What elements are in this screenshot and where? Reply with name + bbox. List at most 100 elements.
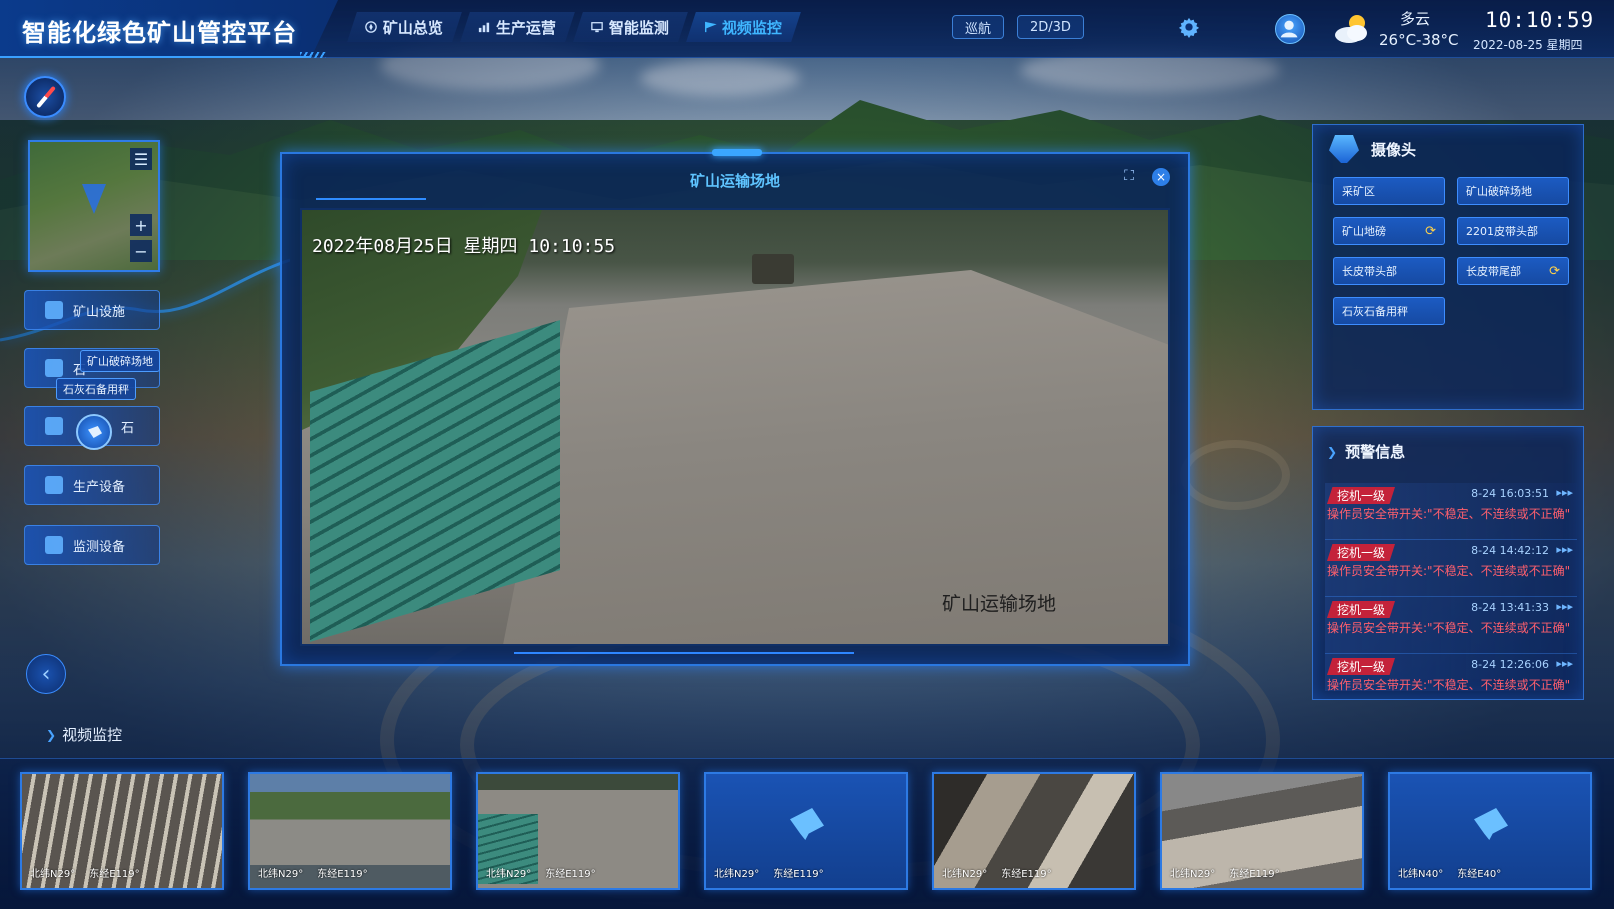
alert-item[interactable]: 挖机一级 8-24 14:42:12 ▸▸▸ 操作员安全带开关:"不稳定、不连续…: [1325, 540, 1577, 597]
latitude: 北纬N29°: [486, 869, 532, 880]
menu-monitoring-equipment[interactable]: 监测设备: [24, 525, 160, 565]
thumbnail-coords: 北纬N29° 东经E119°: [1170, 865, 1280, 880]
compass-button[interactable]: [24, 76, 66, 118]
camera-item[interactable]: 长皮带尾部 ⟳: [1457, 257, 1569, 285]
video-thumbnail[interactable]: 北纬N29° 东经E119°: [476, 772, 680, 890]
camera-item[interactable]: 石灰石备用秤: [1333, 297, 1445, 325]
longitude: 东经E119°: [89, 869, 140, 880]
collapse-left-button[interactable]: ‹: [26, 654, 66, 694]
minimap-menu-button[interactable]: ☰: [130, 148, 152, 170]
thumbnail-coords: 北纬N29° 东经E119°: [258, 865, 368, 880]
latitude: 北纬N29°: [1170, 869, 1216, 880]
decor-bottom-line: [514, 652, 854, 654]
latitude: 北纬N29°: [258, 869, 304, 880]
building-icon: [45, 301, 63, 319]
chart-icon: [478, 22, 490, 33]
video-thumbnail-offline[interactable]: 北纬N40° 东经E40°: [1388, 772, 1592, 890]
chevron-right-icon: ❯: [1327, 444, 1338, 459]
alert-item[interactable]: 挖机一级 8-24 16:03:51 ▸▸▸ 操作员安全带开关:"不稳定、不连续…: [1325, 483, 1577, 540]
video-thumbnail[interactable]: 北纬N29° 东经E119°: [248, 772, 452, 890]
alert-list[interactable]: 挖机一级 8-24 16:03:51 ▸▸▸ 操作员安全带开关:"不稳定、不连续…: [1325, 483, 1577, 691]
main-nav: 矿山总览 生产运营 智能监测 视频监控: [347, 12, 801, 44]
app-title: 智能化绿色矿山管控平台: [22, 19, 297, 47]
camera-icon: [1329, 135, 1359, 163]
nav-production[interactable]: 生产运营: [460, 12, 575, 42]
menu-cameras-label: 石: [121, 420, 135, 436]
thumbnail-coords: 北纬N29° 东经E119°: [942, 865, 1052, 880]
latitude: 北纬N29°: [942, 869, 988, 880]
cruise-button[interactable]: 巡航: [952, 15, 1005, 39]
camera-item[interactable]: 矿山地磅 ⟳: [1333, 217, 1445, 245]
menu-mine-facilities-label: 矿山设施: [73, 304, 126, 320]
menu-production-equipment[interactable]: 生产设备: [24, 465, 160, 505]
camera-item[interactable]: 2201皮带头部: [1457, 217, 1569, 245]
camera-panel-header: 摄像头: [1329, 135, 1416, 163]
chevron-right-icon: ❯: [46, 727, 57, 742]
nav-video-label: 视频监控: [722, 18, 783, 37]
road-surface: [502, 270, 1168, 644]
camera-pin-icon[interactable]: [76, 414, 112, 450]
layers-icon: [45, 359, 63, 377]
alert-message: 操作员安全带开关:"不稳定、不连续或不正确": [1327, 507, 1571, 521]
partly-cloudy-icon: [1335, 15, 1367, 43]
map-tag-crushing-site[interactable]: 矿山破碎场地: [80, 350, 160, 372]
chevron-left-icon: ‹: [41, 661, 51, 687]
alert-time: 8-24 14:42:12: [1471, 544, 1549, 557]
menu-mine-facilities[interactable]: 矿山设施: [24, 290, 160, 330]
camera-item-label: 矿山破碎场地: [1466, 185, 1532, 198]
equipment-icon: [45, 476, 63, 494]
camera-panel: 摄像头 采矿区 矿山破碎场地 矿山地磅 ⟳ 2201皮带头部 长皮带头部 长皮带尾…: [1312, 124, 1584, 410]
camera-item-label: 长皮带头部: [1342, 265, 1397, 278]
decor-stripes: [300, 52, 326, 58]
camera-icon: [790, 808, 824, 840]
more-arrows-icon[interactable]: ▸▸▸: [1556, 543, 1573, 556]
nav-monitoring[interactable]: 智能监测: [573, 12, 688, 42]
video-window-title: 矿山运输场地: [689, 172, 780, 190]
camera-item[interactable]: 采矿区: [1333, 177, 1445, 205]
alert-level-badge: 挖机一级: [1327, 487, 1396, 504]
map-tag-limestone-scale[interactable]: 石灰石备用秤: [56, 378, 136, 400]
latitude: 北纬N40°: [1398, 869, 1444, 880]
alert-time: 8-24 13:41:33: [1471, 601, 1549, 614]
more-arrows-icon[interactable]: ▸▸▸: [1556, 486, 1573, 499]
view-toggle-button[interactable]: 2D/3D: [1017, 15, 1084, 39]
more-arrows-icon[interactable]: ▸▸▸: [1556, 600, 1573, 613]
nav-overview[interactable]: 矿山总览: [347, 12, 462, 42]
nav-overview-label: 矿山总览: [383, 18, 444, 37]
gear-icon[interactable]: [1178, 16, 1200, 38]
minimap[interactable]: ☰ + −: [28, 140, 160, 272]
close-button[interactable]: ×: [1152, 168, 1170, 186]
alert-panel: ❯ 预警信息 挖机一级 8-24 16:03:51 ▸▸▸ 操作员安全带开关:"…: [1312, 426, 1584, 700]
zoom-out-button[interactable]: −: [130, 240, 152, 262]
video-timestamp: 2022年08月25日 星期四 10:10:55: [312, 236, 616, 257]
camera-panel-title: 摄像头: [1371, 140, 1417, 159]
clock-date: 2022-08-25 星期四: [1473, 38, 1583, 52]
dump-truck: [752, 254, 794, 284]
alert-item[interactable]: 挖机一级 8-24 12:26:06 ▸▸▸ 操作员安全带开关:"不稳定、不连续…: [1325, 654, 1577, 691]
video-thumbnail[interactable]: 北纬N29° 东经E119°: [20, 772, 224, 890]
zoom-in-button[interactable]: +: [130, 214, 152, 236]
alert-time: 8-24 12:26:06: [1471, 658, 1549, 671]
clock-time: 10:10:59: [1485, 8, 1595, 32]
alert-item[interactable]: 挖机一级 8-24 13:41:33 ▸▸▸ 操作员安全带开关:"不稳定、不连续…: [1325, 597, 1577, 654]
video-thumbnail[interactable]: 北纬N29° 东经E119°: [932, 772, 1136, 890]
thumbnail-coords: 北纬N29° 东经E119°: [714, 865, 824, 880]
expand-icon[interactable]: ⛶: [1120, 168, 1138, 186]
camera-item-label: 采矿区: [1342, 185, 1375, 198]
video-window: 矿山运输场地 ⛶ × 2022年08月25日 星期四 10:10:55 矿山运输…: [280, 149, 1190, 666]
video-feed[interactable]: 2022年08月25日 星期四 10:10:55 矿山运输场地: [300, 208, 1170, 646]
latitude: 北纬N29°: [714, 869, 760, 880]
camera-list: 采矿区 矿山破碎场地 矿山地磅 ⟳ 2201皮带头部 长皮带头部 长皮带尾部 ⟳ 石…: [1333, 177, 1573, 325]
decor-underline: [316, 198, 426, 200]
route-icon: [45, 417, 63, 435]
more-arrows-icon[interactable]: ▸▸▸: [1556, 657, 1573, 670]
camera-item[interactable]: 长皮带头部: [1333, 257, 1445, 285]
thumbnail-coords: 北纬N29° 东经E119°: [486, 865, 596, 880]
nav-video[interactable]: 视频监控: [686, 12, 801, 42]
camera-item[interactable]: 矿山破碎场地: [1457, 177, 1569, 205]
user-avatar[interactable]: [1275, 14, 1305, 44]
top-bar: 智能化绿色矿山管控平台 矿山总览 生产运营 智能监测 视频监控 巡航 2D/3D: [0, 0, 1614, 58]
video-thumbnail-offline[interactable]: 北纬N29° 东经E119°: [704, 772, 908, 890]
video-thumbnail[interactable]: 北纬N29° 东经E119°: [1160, 772, 1364, 890]
view-cone-marker: [82, 184, 106, 214]
